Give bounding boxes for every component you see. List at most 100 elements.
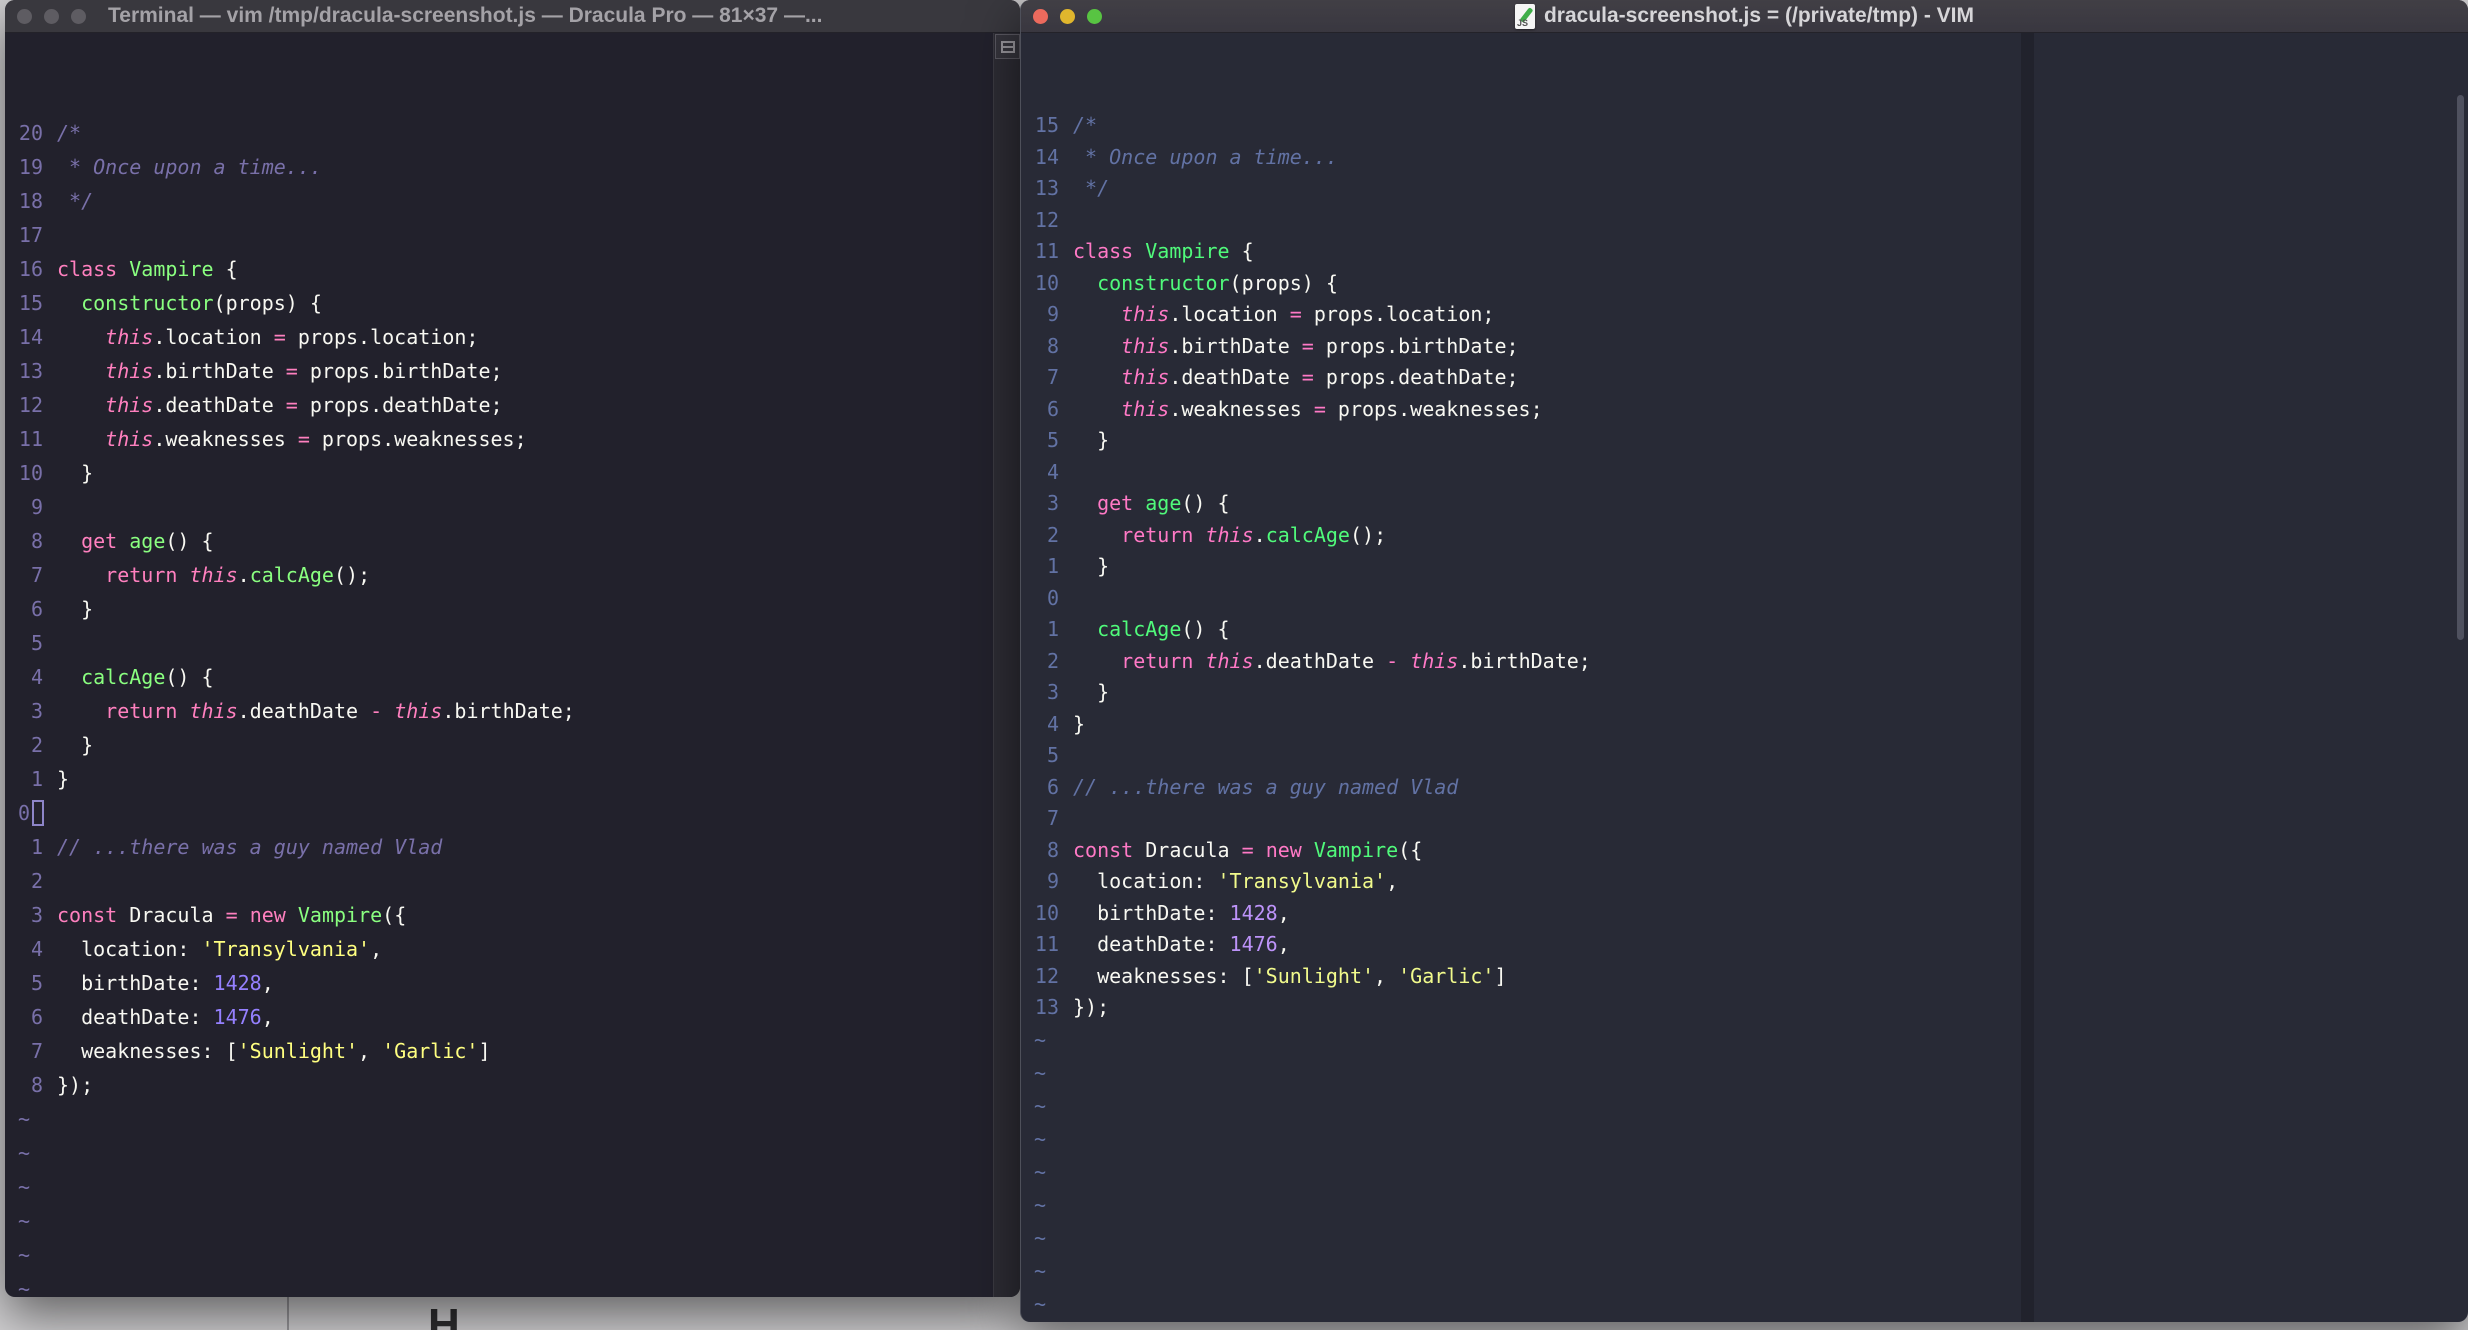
macvim-scrollbar-thumb[interactable] (2457, 95, 2464, 640)
code-line[interactable]: 15 /* (1034, 110, 2428, 142)
code-line[interactable]: 14 * Once upon a time... (1034, 142, 2428, 174)
code-line[interactable]: 4 (1034, 457, 2428, 489)
minimize-button[interactable] (1060, 8, 1075, 24)
code-line[interactable]: 8}); (18, 1068, 990, 1102)
code-line[interactable]: 2 return this.deathDate - this.birthDate… (1034, 646, 2428, 678)
code-line[interactable]: 0 (1034, 583, 2428, 615)
code-line[interactable]: 10 } (18, 456, 990, 490)
token: this (105, 325, 154, 349)
vim-editor-area[interactable]: 20/* 19 * Once upon a time... 18 */17 16 cla… (18, 48, 990, 1297)
code-line[interactable]: 8 this.birthDate = props.birthDate; (1034, 331, 2428, 363)
code-line[interactable]: 6 // ...there was a guy named Vlad (1034, 772, 2428, 804)
terminal-window[interactable]: Terminal — vim /tmp/dracula-screenshot.j… (5, 0, 1020, 1297)
terminal-titlebar[interactable]: Terminal — vim /tmp/dracula-screenshot.j… (5, 0, 1020, 33)
minimize-button[interactable] (44, 8, 59, 24)
token: .deathDate (237, 699, 371, 723)
code-line[interactable]: 11 deathDate: 1476, (1034, 929, 2428, 961)
token: */ (1073, 176, 1110, 200)
token: } (1073, 428, 1110, 452)
code-line[interactable]: 9 (18, 490, 990, 524)
code-line[interactable]: 12 this.deathDate = props.deathDate; (18, 388, 990, 422)
code-line[interactable]: 1} (18, 762, 990, 796)
code-line[interactable]: 9 this.location = props.location; (1034, 299, 2428, 331)
token: props.location; (1301, 302, 1495, 326)
line-number: 8 (1046, 837, 1059, 862)
token: Vampire (129, 257, 214, 281)
zoom-button[interactable] (71, 8, 86, 24)
code-line[interactable]: 4} (1034, 709, 2428, 741)
code-line[interactable]: 1 // ...there was a guy named Vlad (18, 830, 990, 864)
code-line[interactable]: 1 } (1034, 551, 2428, 583)
zoom-button[interactable] (1087, 8, 1102, 24)
code-line[interactable]: 0 (18, 796, 990, 830)
code-line[interactable]: 8 get age() { (18, 524, 990, 558)
terminal-scrollbar[interactable] (993, 33, 1020, 1297)
token: .location (1169, 302, 1290, 326)
code-line[interactable]: 13 */ (1034, 173, 2428, 205)
vim-editor-area[interactable]: 15/* 14 * Once upon a time... 13 */12 11 cla… (1034, 47, 2428, 1322)
line-number: 8 (1046, 333, 1059, 358)
code-line[interactable]: 19 * Once upon a time... (18, 150, 990, 184)
code-line[interactable]: 4 location: 'Transylvania', (18, 932, 990, 966)
token: return (1121, 522, 1194, 547)
code-line[interactable]: 5 (1034, 740, 2428, 772)
code-line[interactable]: 6 } (18, 592, 990, 626)
split-pane-button[interactable] (995, 34, 1020, 59)
code-line[interactable]: 6 deathDate: 1476, (18, 1000, 990, 1034)
token: = (1301, 333, 1314, 358)
code-line[interactable]: 11 class Vampire { (1034, 236, 2428, 268)
code-line[interactable]: 3 } (1034, 677, 2428, 709)
code-line[interactable]: 10 birthDate: 1428, (1034, 898, 2428, 930)
line-number: 2 (1046, 648, 1059, 673)
code-line[interactable]: 2 (18, 864, 990, 898)
line-number: 5 (1046, 743, 1059, 767)
code-line[interactable]: 7 this.deathDate = props.deathDate; (1034, 362, 2428, 394)
token: () { (1181, 491, 1230, 515)
code-line[interactable]: 16 class Vampire { (18, 252, 990, 286)
token: birthDate: (1073, 900, 1230, 925)
macvim-titlebar[interactable]: JS dracula-screenshot.js = (/private/tmp… (1021, 0, 2468, 33)
code-line[interactable]: 10 constructor(props) { (1034, 268, 2428, 300)
code-line[interactable]: 7 (1034, 803, 2428, 835)
close-button[interactable] (17, 8, 32, 24)
code-line[interactable]: 14 this.location = props.location; (18, 320, 990, 354)
code-line[interactable]: 9 location: 'Transylvania', (1034, 866, 2428, 898)
code-line[interactable]: 3 get age() { (1034, 488, 2428, 520)
code-line[interactable]: 7 return this.calcAge(); (18, 558, 990, 592)
code-line[interactable]: 3 const Dracula = new Vampire({ (18, 898, 990, 932)
code-line[interactable]: 7 weaknesses: ['Sunlight', 'Garlic'] (18, 1034, 990, 1068)
code-line[interactable]: 13}); (1034, 992, 2428, 1024)
code-lines[interactable]: 15/* 14 * Once upon a time... 13 */12 11 cla… (1034, 110, 2428, 1321)
token: // ...there was a guy named Vlad (1073, 774, 1459, 799)
code-line[interactable]: 11 this.weaknesses = props.weaknesses; (18, 422, 990, 456)
code-line[interactable]: 12 weaknesses: ['Sunlight', 'Garlic'] (1034, 961, 2428, 993)
document-proxy-icon[interactable]: JS (1514, 3, 1535, 29)
macvim-window[interactable]: JS dracula-screenshot.js = (/private/tmp… (1020, 0, 2468, 1322)
code-line[interactable]: 5 (18, 626, 990, 660)
code-line[interactable]: 4 calcAge() { (18, 660, 990, 694)
code-line[interactable]: 5 birthDate: 1428, (18, 966, 990, 1000)
code-line[interactable]: 8 const Dracula = new Vampire({ (1034, 835, 2428, 867)
code-line[interactable]: 1 calcAge() { (1034, 614, 2428, 646)
line-number: 11 (1034, 932, 1059, 956)
code-line[interactable]: 13 this.birthDate = props.birthDate; (18, 354, 990, 388)
code-line[interactable]: 3 return this.deathDate - this.birthDate… (18, 694, 990, 728)
code-line[interactable]: 18 */ (18, 184, 990, 218)
code-lines[interactable]: 20/* 19 * Once upon a time... 18 */17 16 cla… (18, 116, 990, 1297)
code-line[interactable]: 20 /* (18, 116, 990, 150)
empty-line-tilde: ~ (1034, 1225, 1047, 1250)
code-line[interactable]: 17 (18, 218, 990, 252)
token: /* (1073, 113, 1098, 137)
token: */ (57, 189, 94, 213)
code-line[interactable]: 12 (1034, 205, 2428, 237)
code-line[interactable]: 2 return this.calcAge(); (1034, 520, 2428, 552)
code-line[interactable]: 2 } (18, 728, 990, 762)
code-line[interactable]: 15 constructor(props) { (18, 286, 990, 320)
token: }); (57, 1073, 94, 1097)
code-line[interactable]: 5 } (1034, 425, 2428, 457)
code-line[interactable]: 6 this.weaknesses = props.weaknesses; (1034, 394, 2428, 426)
token: props.weaknesses; (309, 427, 527, 451)
close-button[interactable] (1033, 8, 1048, 24)
